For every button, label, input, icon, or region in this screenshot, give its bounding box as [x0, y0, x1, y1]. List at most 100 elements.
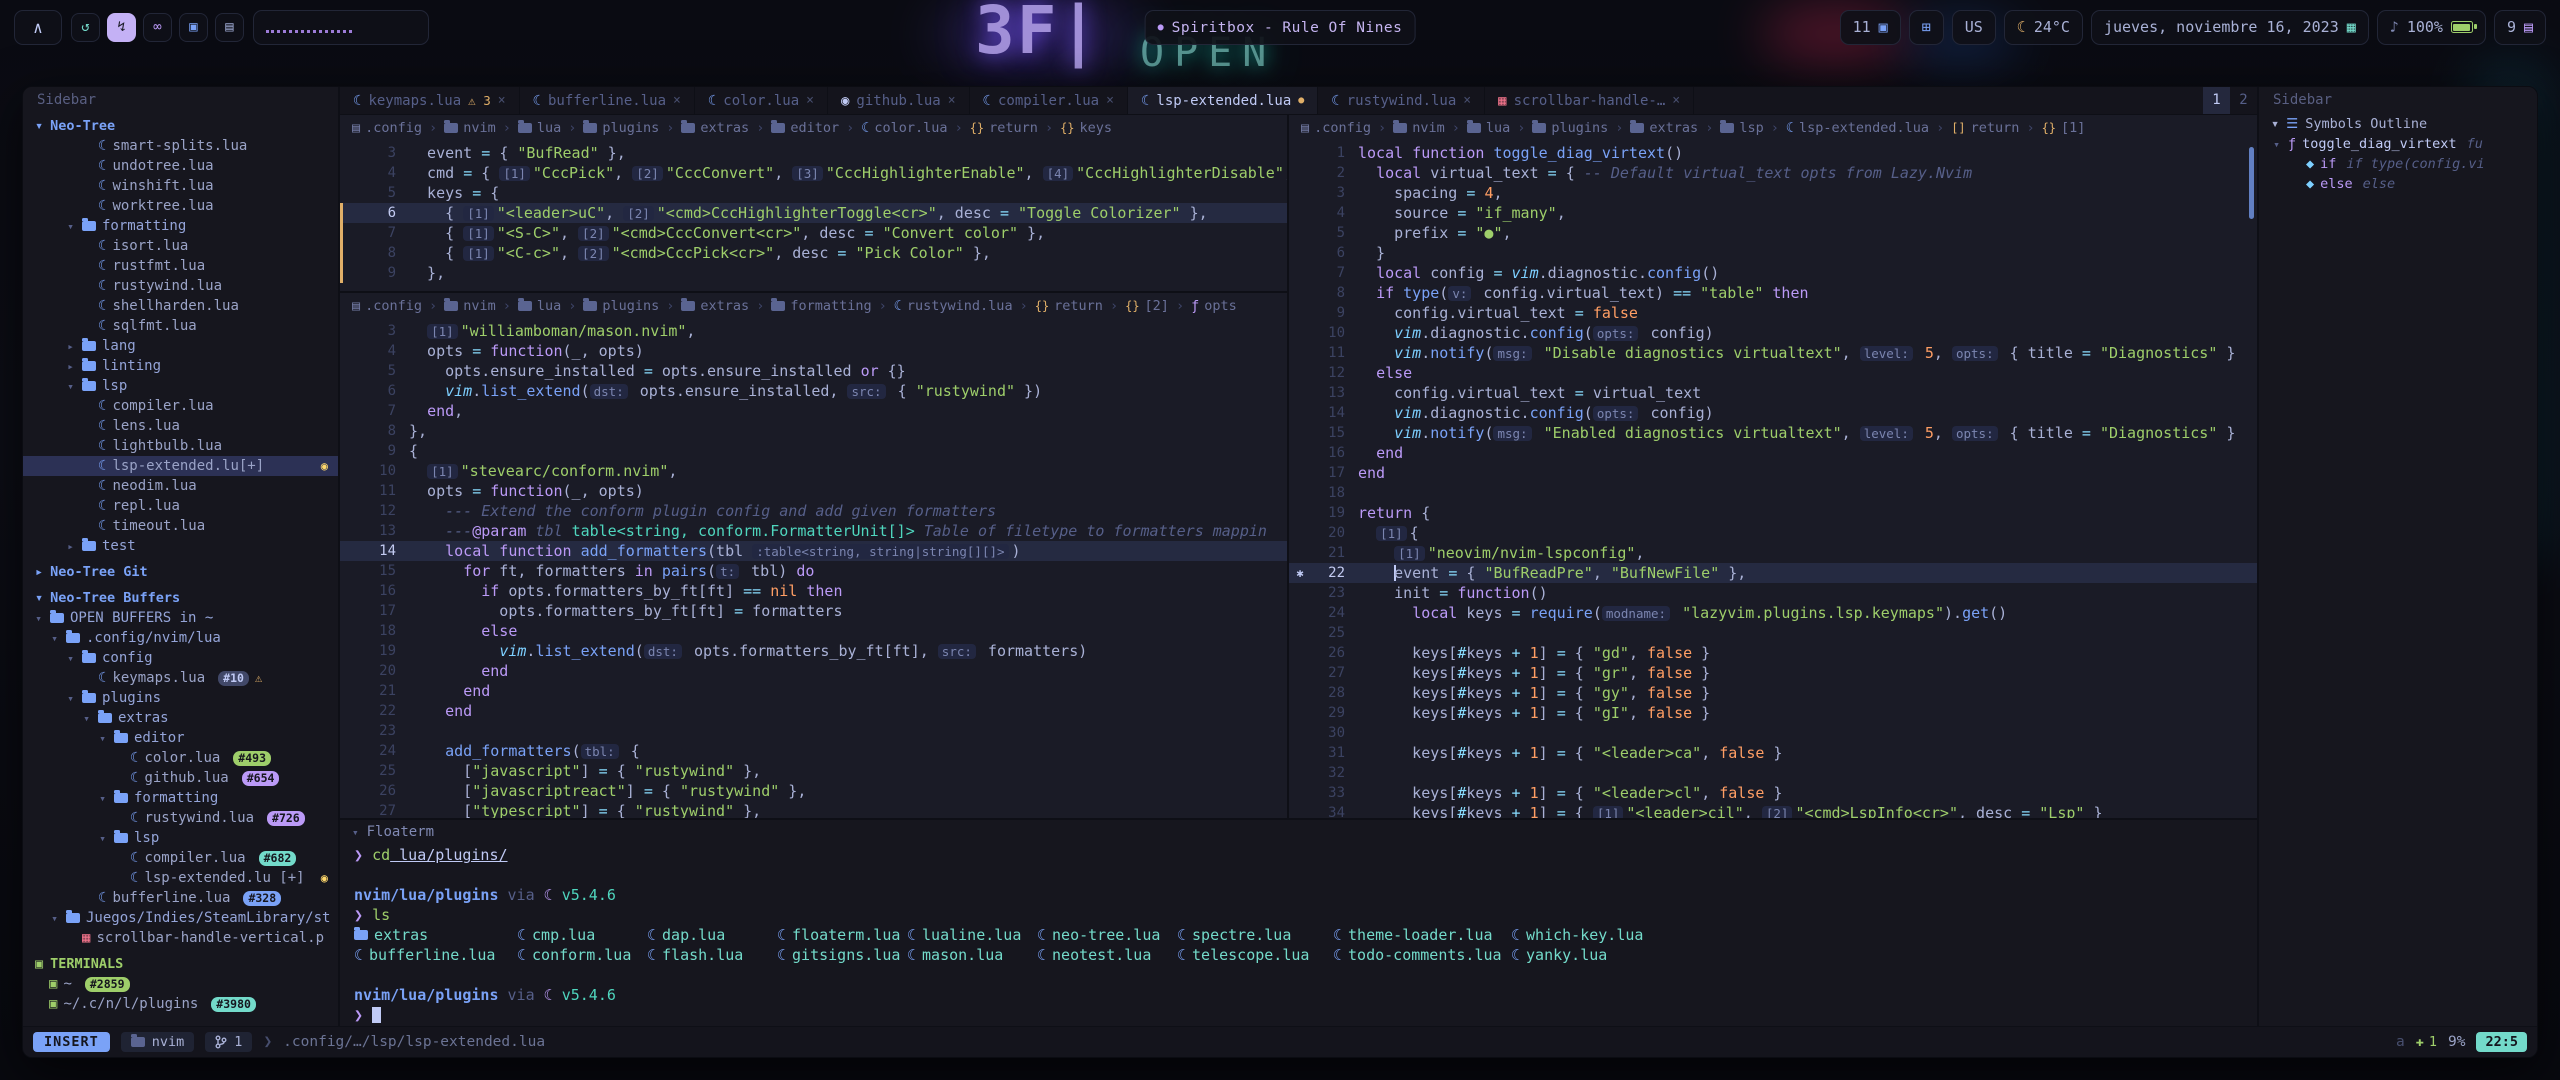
tree-item[interactable]: ·☾worktree.lua — [23, 196, 338, 216]
tree-item[interactable]: ▾OPEN BUFFERS in ~ — [23, 608, 338, 628]
code-line[interactable]: 27 keys[#keys + 1] = { "gr", false } — [1289, 663, 2257, 683]
breadcrumb-segment[interactable]: ƒopts — [1191, 298, 1237, 314]
code-area[interactable]: 3 event = { "BufRead" },4 cmd = { [1]"Cc… — [340, 141, 1287, 291]
neotree-section-neo-tree-buffers[interactable]: ▾Neo-Tree Buffers — [23, 588, 338, 608]
tree-item[interactable]: ▾plugins — [23, 688, 338, 708]
code-line[interactable]: 16 if opts.formatters_by_ft[ft] == nil t… — [340, 581, 1287, 601]
breadcrumb-segment[interactable]: plugins — [1532, 120, 1608, 136]
tree-item[interactable]: ▾.config/nvim/lua — [23, 628, 338, 648]
neotree-section-terminals[interactable]: ▣TERMINALS — [23, 954, 338, 974]
tree-item[interactable]: ·☾keymaps.lua#10⚠ — [23, 668, 338, 688]
code-line[interactable]: 9{ — [340, 441, 1287, 461]
code-line[interactable]: 23 — [340, 721, 1287, 741]
tree-item[interactable]: ▾formatting — [23, 788, 338, 808]
code-line[interactable]: 10 vim.diagnostic.config(opts: config) — [1289, 323, 2257, 343]
terminal-ls-entry[interactable]: ☾todo-comments.lua — [1333, 945, 1511, 965]
tree-item[interactable]: ▾formatting — [23, 216, 338, 236]
tree-item[interactable]: ·☾neodim.lua — [23, 476, 338, 496]
copy-icon[interactable]: ▣ — [179, 13, 208, 42]
code-line[interactable]: 4 cmd = { [1]"CccPick", [2]"CccConvert",… — [340, 163, 1287, 183]
breadcrumb-segment[interactable]: lua — [518, 120, 561, 136]
breadcrumb-segment[interactable]: plugins — [583, 120, 659, 136]
code-line[interactable]: 32 — [1289, 763, 2257, 783]
code-line[interactable]: 21 [1]"neovim/nvim-lspconfig", — [1289, 543, 2257, 563]
tree-item[interactable]: ▾extras — [23, 708, 338, 728]
tag-indicator[interactable]: 9 ▤ — [2494, 10, 2546, 45]
terminal-ls-entry[interactable]: ☾conform.lua — [517, 945, 647, 965]
tree-item[interactable]: ·☾lsp-extended.lu[+]◉ — [23, 456, 338, 476]
terminal-ls-entry[interactable]: ☾flash.lua — [647, 945, 777, 965]
close-tab-icon[interactable]: × — [1463, 93, 1471, 108]
code-line[interactable]: 6 { [1]"<leader>uC", [2]"<cmd>CccHighlig… — [340, 203, 1287, 223]
neotree-section-neo-tree[interactable]: ▾Neo-Tree — [23, 116, 338, 136]
active-app-icon[interactable]: ↯ — [107, 13, 136, 42]
code-area[interactable]: 3 [1]"williamboman/mason.nvim",4 opts = … — [340, 319, 1287, 818]
breadcrumb-segment[interactable]: {}return — [970, 120, 1038, 136]
notes-icon[interactable]: ▤ — [215, 13, 244, 42]
code-line[interactable]: 34 keys[#keys + 1] = { [1]"<leader>cil",… — [1289, 803, 2257, 818]
outline-item[interactable]: ▾ƒtoggle_diag_virtextfu — [2259, 134, 2537, 154]
tree-item[interactable]: ·☾rustywind.lua#726 — [23, 808, 338, 828]
breadcrumb-segment[interactable]: extras — [681, 298, 749, 314]
code-line[interactable]: 1local function toggle_diag_virtext() — [1289, 143, 2257, 163]
close-tab-icon[interactable]: × — [948, 93, 956, 108]
terminal-ls-entry[interactable]: extras — [354, 925, 517, 945]
code-line[interactable]: 24 local keys = require(modname: "lazyvi… — [1289, 603, 2257, 623]
terminal-buffer-item[interactable]: ▣~/.c/n/l/plugins#3980 — [23, 994, 338, 1014]
tab[interactable]: ☾keymaps.lua⚠ 3× — [340, 87, 520, 114]
code-line[interactable]: 11 vim.notify(msg: "Disable diagnostics … — [1289, 343, 2257, 363]
code-line[interactable]: 7 local config = vim.diagnostic.config() — [1289, 263, 2257, 283]
code-line[interactable]: 5 keys = { — [340, 183, 1287, 203]
breadcrumb-segment[interactable]: nvim — [444, 120, 496, 136]
code-line[interactable]: 12 --- Extend the conform plugin config … — [340, 501, 1287, 521]
breadcrumb-segment[interactable]: []return — [1951, 120, 2019, 136]
tree-item[interactable]: ·☾shellharden.lua — [23, 296, 338, 316]
launcher-button[interactable]: ∧ — [14, 10, 62, 45]
breadcrumb-segment[interactable]: extras — [1630, 120, 1698, 136]
breadcrumb-segment[interactable]: formatting — [771, 298, 871, 314]
code-line[interactable]: 26 keys[#keys + 1] = { "gd", false } — [1289, 643, 2257, 663]
breadcrumb-segment[interactable]: ▤.config — [352, 120, 422, 136]
neotree-section-neo-tree-git[interactable]: ▸Neo-Tree Git — [23, 562, 338, 582]
breadcrumb-segment[interactable]: extras — [681, 120, 749, 136]
terminal-ls-entry[interactable]: ☾dap.lua — [647, 925, 777, 945]
breadcrumb-segment[interactable]: editor — [771, 120, 839, 136]
code-line[interactable]: 31 keys[#keys + 1] = { "<leader>ca", fal… — [1289, 743, 2257, 763]
breadcrumb-segment[interactable]: plugins — [583, 298, 659, 314]
code-line[interactable]: 6 } — [1289, 243, 2257, 263]
tree-item[interactable]: ·☾winshift.lua — [23, 176, 338, 196]
code-line[interactable]: 8 { [1]"<C-c>", [2]"<cmd>CccPick<cr>", d… — [340, 243, 1287, 263]
tree-item[interactable]: ▾editor — [23, 728, 338, 748]
tree-item[interactable]: ▾lsp — [23, 376, 338, 396]
code-line[interactable]: 19 vim.list_extend(dst: opts.formatters_… — [340, 641, 1287, 661]
tree-item[interactable]: ·☾lsp-extended.lu [+]◉ — [23, 868, 338, 888]
tree-item[interactable]: ▾config — [23, 648, 338, 668]
code-line[interactable]: 21 end — [340, 681, 1287, 701]
code-line[interactable]: 25 ["javascript"] = { "rustywind" }, — [340, 761, 1287, 781]
tab[interactable]: ◉github.lua× — [828, 87, 970, 114]
code-line[interactable]: 9 }, — [340, 263, 1287, 283]
floaterm-title-bar[interactable]: ▾ Floaterm — [340, 820, 2257, 844]
scrollbar-handle[interactable] — [2249, 147, 2254, 219]
date-widget[interactable]: jueves, noviembre 16, 2023 ▦ — [2091, 10, 2369, 45]
code-line[interactable]: 17 opts.formatters_by_ft[ft] = formatter… — [340, 601, 1287, 621]
window-list-button[interactable]: ⊞ — [1909, 10, 1944, 45]
code-line[interactable]: 7 end, — [340, 401, 1287, 421]
code-area[interactable]: 1local function toggle_diag_virtext()2 l… — [1289, 141, 2257, 818]
tree-item[interactable]: ·☾rustywind.lua — [23, 276, 338, 296]
code-line[interactable]: 8 if type(v: config.virtual_text) == "ta… — [1289, 283, 2257, 303]
terminal-buffer-item[interactable]: ▣~#2859 — [23, 974, 338, 994]
tab[interactable]: ☾bufferline.lua× — [520, 87, 695, 114]
code-line[interactable]: 14 vim.diagnostic.config(opts: config) — [1289, 403, 2257, 423]
workspace-indicator[interactable]: 11 ▣ — [1840, 10, 1901, 45]
link-icon[interactable]: ∞ — [143, 13, 172, 42]
tab[interactable]: ▦scrollbar-handle-…× — [1485, 87, 1694, 114]
tree-item[interactable]: ·☾undotree.lua — [23, 156, 338, 176]
tree-item[interactable]: ·☾isort.lua — [23, 236, 338, 256]
code-line[interactable]: 19return { — [1289, 503, 2257, 523]
tree-item[interactable]: ·☾rustfmt.lua — [23, 256, 338, 276]
code-line[interactable]: 7 { [1]"<S-C>", [2]"<cmd>CccConvert<cr>"… — [340, 223, 1287, 243]
breadcrumb-segment[interactable]: lsp — [1720, 120, 1763, 136]
code-line[interactable]: 30 — [1289, 723, 2257, 743]
code-line[interactable]: 16 end — [1289, 443, 2257, 463]
